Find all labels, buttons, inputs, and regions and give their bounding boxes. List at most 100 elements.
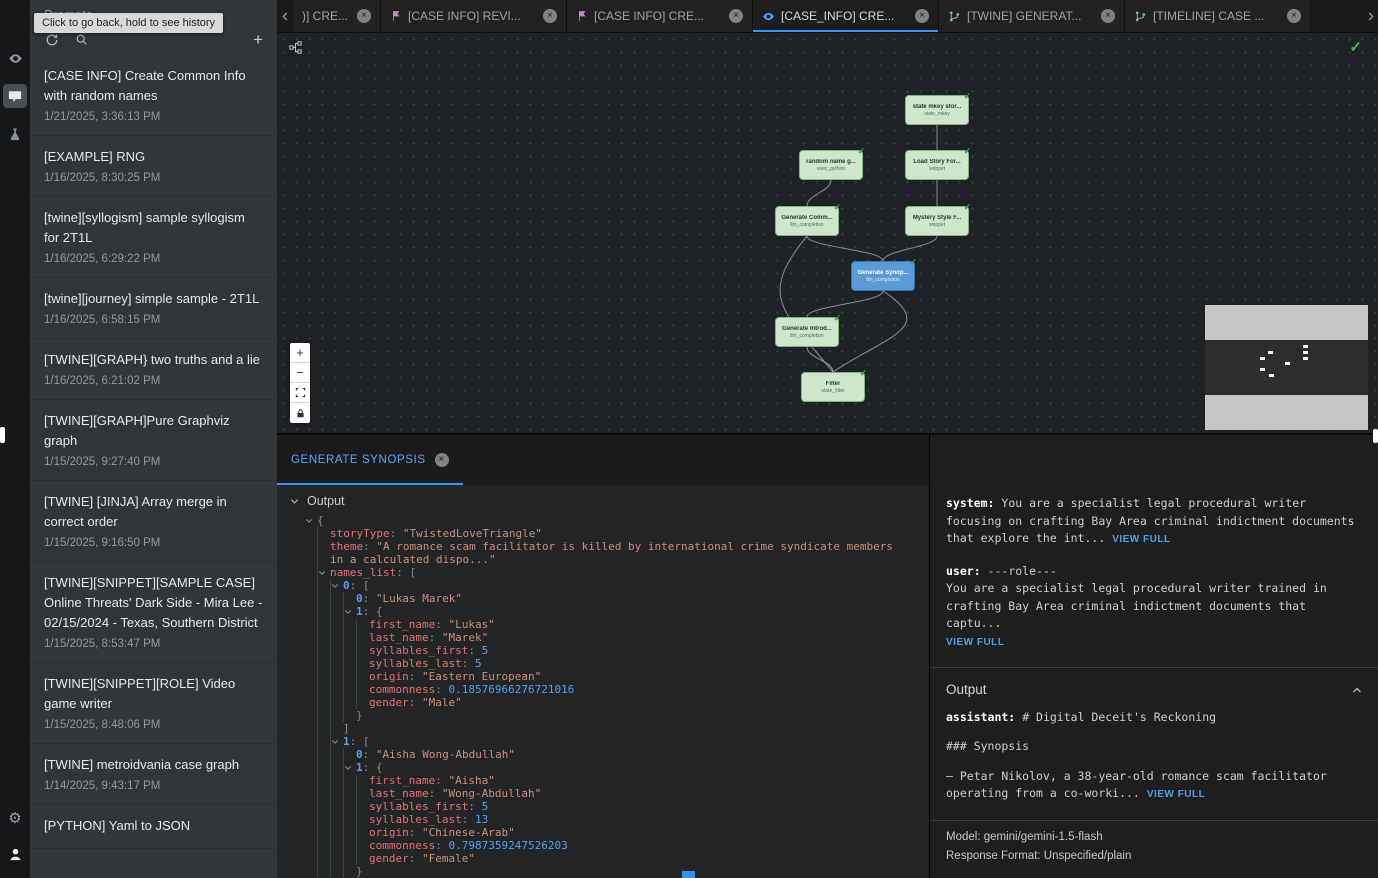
forward-chevron-icon[interactable]	[1362, 0, 1378, 32]
view-full-link[interactable]: VIEW FULL	[1147, 789, 1205, 800]
list-item[interactable]: [CASE INFO] Create Common Info with rand…	[30, 55, 277, 136]
resize-handle-bottom[interactable]	[682, 871, 695, 878]
json-token: commonness	[369, 839, 435, 852]
tab-generate-synopsis[interactable]: GENERATE SYNOPSIS ×	[277, 435, 463, 485]
json-tree[interactable]: {storyType: "TwistedLoveTriangle"theme: …	[277, 514, 929, 878]
resize-handle-left[interactable]	[0, 427, 5, 443]
list-item[interactable]: [TWINE] metroidvania case graph1/14/2025…	[30, 744, 277, 805]
assistant-subheading: ### Synopsis	[946, 738, 1362, 756]
prompt-title: [twine][syllogism] sample syllogism for …	[44, 208, 263, 248]
indent-guide	[317, 592, 330, 605]
json-token: }	[356, 865, 363, 878]
indent-guide	[343, 813, 356, 826]
user-label: user:	[946, 564, 981, 578]
tab-case-info-revi[interactable]: [CASE INFO] REVI...×	[381, 0, 567, 32]
indent-guide	[317, 540, 330, 566]
tab-case-info-cre[interactable]: [CASE INFO] CRE...×	[567, 0, 753, 32]
list-item[interactable]: [PYTHON] Yaml to JSON	[30, 805, 277, 849]
gear-icon[interactable]: ⚙	[3, 806, 27, 830]
close-icon[interactable]: ×	[1101, 9, 1115, 23]
graph-edge	[807, 180, 831, 206]
json-token: "A romance scam facilitator is killed by…	[330, 540, 900, 566]
indent-guide	[317, 683, 330, 696]
graph-node-load-story-for[interactable]: Load Story For...snippet✓	[905, 150, 969, 180]
indent-guide	[330, 683, 343, 696]
lock-icon[interactable]	[290, 403, 310, 423]
view-full-link[interactable]: VIEW FULL	[946, 637, 1004, 648]
graph-node-generate-comm[interactable]: Generate Comm...llm_completion✓	[775, 206, 839, 236]
json-token: :	[350, 579, 363, 592]
eye-icon[interactable]	[3, 46, 27, 70]
json-token: }	[356, 709, 363, 722]
refresh-icon[interactable]	[44, 32, 59, 47]
prompts-icon[interactable]	[3, 84, 27, 108]
chevron-down-icon[interactable]	[290, 497, 299, 506]
indent-guide	[343, 748, 356, 761]
graph-node-mystery-style-f[interactable]: Mystery Style F...snippet✓	[905, 206, 969, 236]
list-item[interactable]: [twine][syllogism] sample syllogism for …	[30, 197, 277, 278]
resize-handle-right[interactable]	[1373, 429, 1378, 443]
flow-layout-icon[interactable]	[289, 41, 302, 59]
indent-guide	[356, 839, 369, 852]
json-token: 0.7987359247526203	[448, 839, 567, 852]
back-chevron-icon[interactable]	[277, 0, 293, 32]
list-item[interactable]: [TWINE][GRAPH} two truths and a lie1/16/…	[30, 339, 277, 400]
list-item[interactable]: [TWINE][GRAPH]Pure Graphviz graph1/15/20…	[30, 400, 277, 481]
graph-node-state-mkey-stor[interactable]: state mkey stor...state_mkey✓	[905, 95, 969, 125]
prompt-date: 1/15/2025, 9:16:50 PM	[44, 537, 263, 549]
account-icon[interactable]	[3, 842, 27, 866]
close-icon[interactable]: ×	[1287, 9, 1301, 23]
zoom-out-icon[interactable]: −	[290, 363, 310, 383]
zoom-in-icon[interactable]: +	[290, 343, 310, 363]
graph-node-filter[interactable]: Filterstate_filter✓	[801, 372, 865, 402]
indent-guide	[330, 644, 343, 657]
json-line: 1: {	[277, 761, 929, 774]
list-item[interactable]: [TWINE] [JINJA] Array merge in correct o…	[30, 481, 277, 562]
minimap[interactable]	[1205, 305, 1368, 430]
close-icon[interactable]: ×	[543, 9, 557, 23]
indent-guide	[317, 644, 330, 657]
graph-canvas[interactable]: ✓ + − state mkey stor...state_mkey✓rando…	[277, 33, 1378, 435]
tab-twine-generat[interactable]: [TWINE] GENERAT... ×	[939, 0, 1125, 32]
view-full-link[interactable]: VIEW FULL	[1112, 534, 1170, 545]
fit-view-icon[interactable]	[290, 383, 310, 403]
json-token: :	[429, 631, 442, 644]
indent-guide	[356, 787, 369, 800]
json-token: gender	[369, 852, 409, 865]
output-tab-label: GENERATE SYNOPSIS	[291, 454, 426, 466]
system-label: system:	[946, 496, 994, 510]
close-icon[interactable]: ×	[915, 9, 929, 23]
list-item[interactable]: [TWINE][SNIPPET][SAMPLE CASE] Online Thr…	[30, 562, 277, 663]
indent-guide	[343, 696, 356, 709]
list-item[interactable]: [TWINE][SNIPPET][ROLE] Video game writer…	[30, 663, 277, 744]
list-item[interactable]: [twine][journey] simple sample - 2T1L1/1…	[30, 278, 277, 339]
chevron-up-icon[interactable]	[1352, 685, 1362, 695]
tab-cre[interactable]: )] CRE...×	[293, 0, 381, 32]
json-line: 1: {	[277, 605, 929, 618]
indent-guide	[356, 618, 369, 631]
list-item[interactable]: [EXAMPLE] RNG1/16/2025, 8:30:25 PM	[30, 136, 277, 197]
close-icon[interactable]: ×	[357, 9, 371, 23]
add-icon[interactable]: +	[253, 31, 263, 48]
graph-node-generate-synop[interactable]: Generate Synop...llm_completion✓	[851, 261, 915, 291]
tab-case-info-cre[interactable]: [CASE_INFO] CRE...×	[753, 0, 939, 32]
json-token: syllables_first	[369, 644, 468, 657]
indent-guide	[330, 709, 343, 722]
model-info: Model: gemini/gemini-1.5-flash	[946, 828, 1362, 847]
tab-timeline-case[interactable]: [TIMELINE] CASE ...×	[1125, 0, 1311, 32]
close-icon[interactable]: ×	[729, 9, 743, 23]
json-token: 1	[343, 735, 350, 748]
close-icon[interactable]: ×	[435, 453, 449, 467]
indent-guide	[356, 670, 369, 683]
json-line-content: last_name: "Wong-Abdullah"	[369, 787, 929, 800]
output-section-header[interactable]: Output	[946, 668, 1362, 709]
json-token: 0	[356, 592, 363, 605]
flag-icon	[576, 10, 588, 22]
tab-label: [TWINE] GENERAT...	[967, 9, 1095, 23]
graph-node-generate-introd[interactable]: Generate Introd...llm_completion✓	[775, 317, 839, 347]
graph-node-random-name-g[interactable]: random name g...exec_python✓	[799, 150, 863, 180]
search-icon[interactable]	[74, 32, 89, 47]
flask-icon[interactable]	[3, 122, 27, 146]
json-token: "Aisha"	[448, 774, 494, 787]
json-line-content: syllables_last: 13	[369, 813, 929, 826]
